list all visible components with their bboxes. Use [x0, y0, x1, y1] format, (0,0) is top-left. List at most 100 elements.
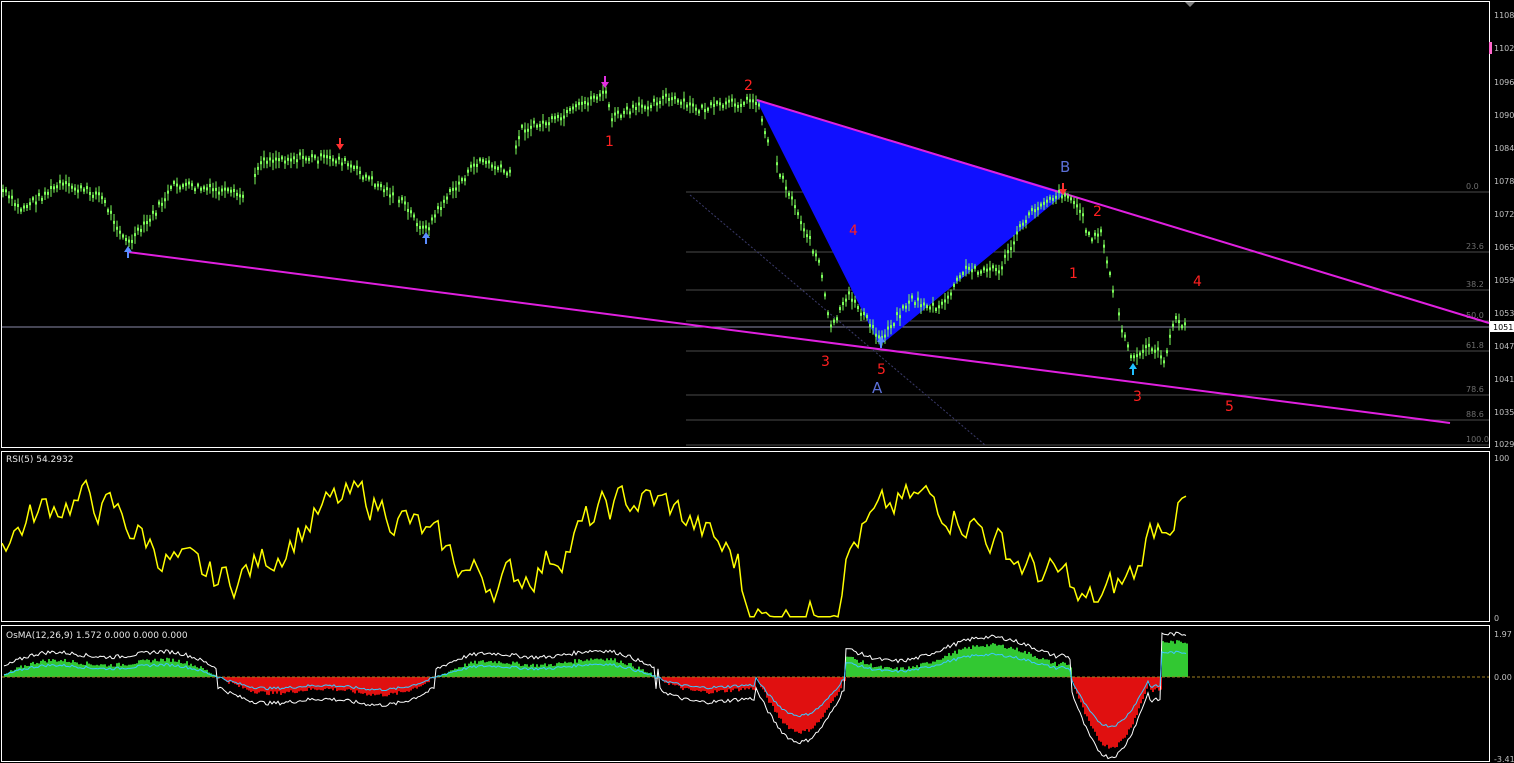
osma-bar [802, 677, 804, 731]
osma-bar [104, 664, 106, 677]
osma-bar [494, 661, 496, 677]
candle-body [977, 271, 979, 275]
arrow-down-icon [336, 138, 344, 150]
osma-bar [888, 667, 890, 677]
candle-body [260, 161, 262, 165]
candle-body [206, 187, 208, 191]
osma-bar [830, 677, 832, 704]
candle-body [371, 176, 373, 180]
candle-body [737, 104, 739, 108]
osma-bar [184, 663, 186, 677]
osma-bar [712, 677, 714, 694]
candle-body [758, 103, 760, 107]
osma-bar [1116, 677, 1118, 748]
osma-bar [412, 677, 414, 689]
candle-body [1184, 322, 1186, 326]
scroll-marker-icon[interactable] [1185, 2, 1195, 7]
candle-body [68, 183, 70, 187]
candle-body [86, 186, 88, 190]
osma-bar [926, 662, 928, 677]
osma-bar [74, 662, 76, 677]
osma-bar [804, 677, 806, 731]
trading-chart[interactable]: 0.023.638.250.061.878.688.6100.0 1 2 3 4… [0, 0, 1514, 763]
candle-body [14, 203, 16, 207]
osma-bar [234, 677, 236, 685]
osma-bar [122, 663, 124, 677]
osma-bar [500, 662, 502, 677]
osma-bar [892, 669, 894, 677]
candle-body [1028, 212, 1030, 216]
osma-bar [160, 658, 162, 677]
osma-bar [196, 667, 198, 677]
candle-body [1052, 197, 1054, 201]
wave-label: 2 [1093, 204, 1102, 220]
candle-body [236, 192, 238, 196]
osma-panel-frame [1, 625, 1490, 762]
candle-body [239, 194, 241, 198]
candle-body [752, 99, 754, 103]
osma-bar [88, 663, 90, 677]
candle-body [125, 238, 127, 242]
osma-bar [1154, 677, 1156, 690]
osma-bar [1114, 677, 1116, 748]
candle-body [380, 184, 382, 188]
osma-bar [362, 677, 364, 694]
osma-bar [504, 663, 506, 677]
osma-bar [984, 646, 986, 677]
candle-body [593, 95, 595, 99]
candle-body [878, 335, 880, 339]
candle-body [269, 157, 271, 161]
candle-body [953, 283, 955, 287]
osma-bar [742, 677, 744, 689]
osma-bar [920, 663, 922, 677]
candle-body [842, 302, 844, 306]
candle-body [503, 169, 505, 173]
osma-bar [908, 666, 910, 677]
osma-bar [1162, 641, 1164, 677]
osma-bar [590, 658, 592, 677]
candle-body [986, 268, 988, 272]
osma-bar [320, 677, 322, 691]
osma-bar [366, 677, 368, 696]
candle-body [392, 192, 394, 196]
osma-bar [578, 659, 580, 677]
osma-bar [490, 660, 492, 677]
candle-body [107, 209, 109, 213]
candle-body [1151, 348, 1153, 352]
osma-bar [56, 661, 58, 677]
osma-bar [740, 677, 742, 691]
candle-body [353, 165, 355, 169]
candle-body [404, 201, 406, 205]
osma-bar [204, 669, 206, 677]
candle-body [179, 186, 181, 190]
candle-body [83, 188, 85, 192]
osma-bar [676, 677, 678, 686]
candle-body [443, 199, 445, 203]
candle-body [482, 159, 484, 163]
osma-bar [952, 653, 954, 677]
osma-bar [964, 647, 966, 677]
candle-body [71, 185, 73, 189]
fib-level-label: 100.0 [1466, 435, 1489, 444]
candle-body [1040, 203, 1042, 207]
osma-bar [630, 663, 632, 677]
candle-body [980, 270, 982, 274]
osma-bar [752, 677, 754, 690]
osma-bar [132, 664, 134, 677]
wave-label: 1 [605, 134, 614, 150]
osma-bar [324, 677, 326, 689]
candle-body [1097, 233, 1099, 237]
osma-bar [826, 677, 828, 710]
osma-bar [1032, 656, 1034, 677]
candle-body [896, 312, 898, 316]
fib-level-label: 78.6 [1466, 385, 1484, 394]
osma-bar [1172, 641, 1174, 677]
candle-body [722, 104, 724, 108]
osma-bar [634, 668, 636, 677]
candle-body [461, 178, 463, 182]
osma-bar [454, 668, 456, 677]
candle-body [419, 225, 421, 229]
osma-bar [180, 663, 182, 677]
osma-bar [178, 659, 180, 677]
osma-bar [604, 660, 606, 677]
